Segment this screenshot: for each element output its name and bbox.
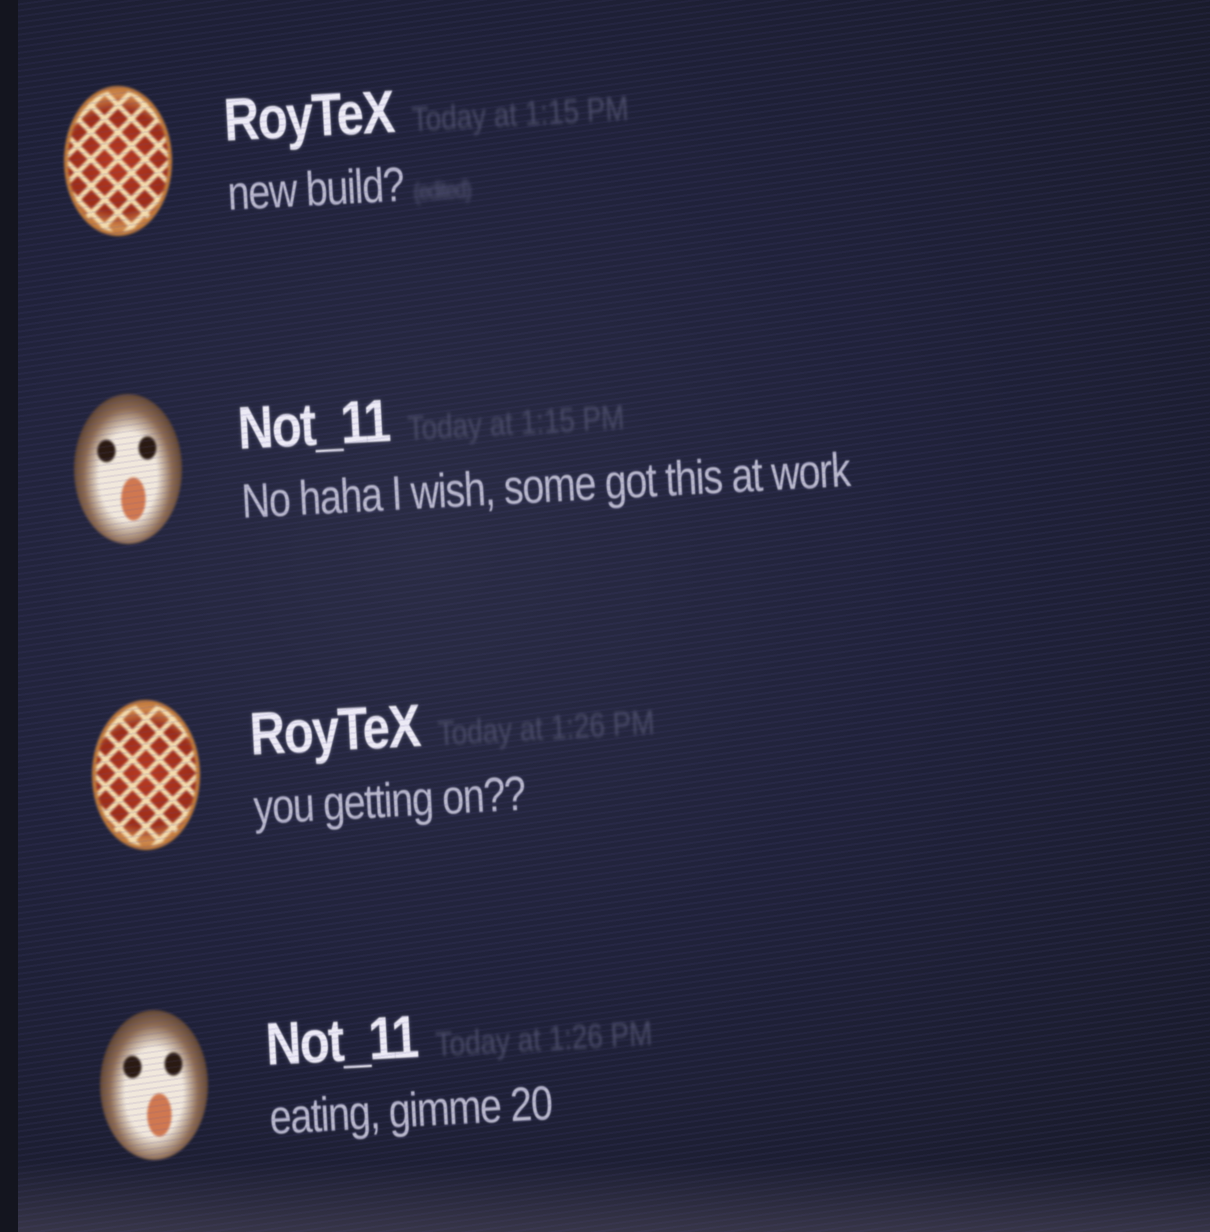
message-input-area bbox=[0, 1162, 1210, 1232]
chat-message: RoyTeX Today at 1:26 PM you getting on?? bbox=[92, 692, 742, 850]
username[interactable]: Not_11 bbox=[264, 1002, 419, 1079]
username[interactable]: RoyTeX bbox=[248, 691, 421, 769]
message-header: RoyTeX Today at 1:15 PM bbox=[222, 65, 630, 155]
username[interactable]: Not_11 bbox=[236, 386, 391, 463]
timestamp: Today at 1:26 PM bbox=[434, 1014, 654, 1065]
message-body: new build? bbox=[226, 158, 405, 221]
timestamp: Today at 1:15 PM bbox=[410, 89, 630, 140]
chat-screen: RoyTeX Today at 1:15 PM new build? (edite… bbox=[0, 0, 1210, 1232]
message-content: RoyTeX Today at 1:15 PM new build? (edite… bbox=[222, 65, 633, 222]
message-text: new build? (edited) bbox=[226, 146, 633, 222]
chat-message: RoyTeX Today at 1:15 PM new build? (edite… bbox=[64, 78, 716, 236]
pie-avatar[interactable] bbox=[64, 86, 172, 236]
timestamp: Today at 1:15 PM bbox=[406, 398, 626, 449]
sloth-avatar[interactable] bbox=[74, 394, 182, 544]
timestamp: Today at 1:26 PM bbox=[436, 703, 656, 754]
sloth-avatar[interactable] bbox=[100, 1010, 208, 1160]
pie-avatar[interactable] bbox=[92, 700, 200, 850]
username[interactable]: RoyTeX bbox=[222, 77, 395, 155]
message-header: Not_11 Today at 1:26 PM bbox=[264, 990, 654, 1079]
message-content: RoyTeX Today at 1:26 PM you getting on?? bbox=[248, 679, 659, 836]
message-text: you getting on?? bbox=[252, 760, 659, 836]
message-header: RoyTeX Today at 1:26 PM bbox=[248, 679, 656, 769]
message-body: eating, gimme 20 bbox=[268, 1077, 553, 1145]
message-content: Not_11 Today at 1:15 PM No haha I wish, … bbox=[236, 362, 851, 530]
chat-message: Not_11 Today at 1:15 PM No haha I wish, … bbox=[74, 387, 978, 544]
edited-tag: (edited) bbox=[412, 176, 472, 207]
message-text: eating, gimme 20 bbox=[268, 1071, 657, 1146]
message-content: Not_11 Today at 1:26 PM eating, gimme 20 bbox=[264, 990, 657, 1146]
message-body: you getting on?? bbox=[252, 767, 527, 835]
chat-message: Not_11 Today at 1:26 PM eating, gimme 20 bbox=[100, 1003, 735, 1160]
